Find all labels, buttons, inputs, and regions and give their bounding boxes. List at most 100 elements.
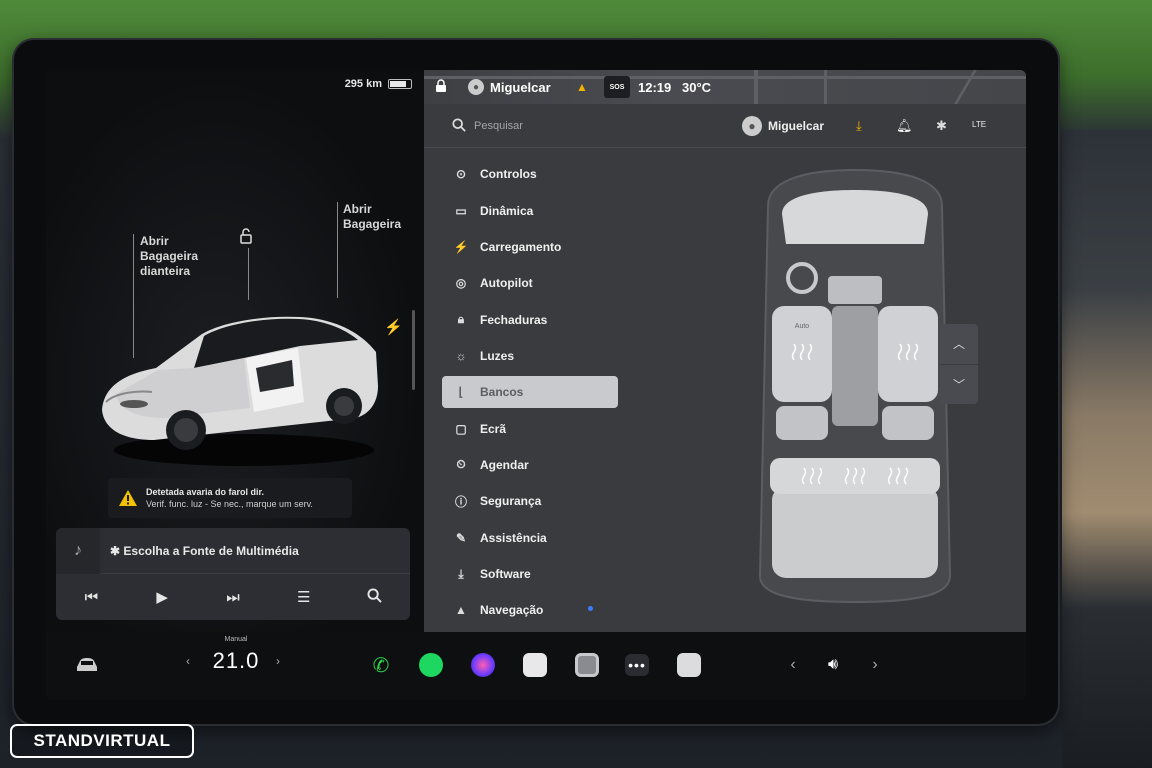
settings-panel: ● Miguelcar ▲ SOS 12:19 30°C ● Miguelcar…: [424, 70, 1026, 632]
chevron-up-icon[interactable]: ︿: [940, 324, 978, 365]
toggle-icon: ⊙: [455, 167, 467, 182]
bolt-icon: ⚡: [453, 239, 469, 254]
headlight-fault-alert[interactable]: Detetada avaria do farol dir. Verif. fun…: [108, 478, 352, 518]
background-interior: [1062, 130, 1152, 768]
status-bar: ● Miguelcar ▲ SOS 12:19 30°C: [424, 70, 1026, 104]
unlock-icon[interactable]: [238, 228, 254, 244]
sos-button[interactable]: SOS: [604, 76, 630, 98]
vehicle-panel: 295 km Abrir Bagageira dianteira Abrir B…: [46, 70, 424, 632]
next-track-icon[interactable]: ⏭: [213, 589, 253, 606]
menu-item-label: Controlos: [480, 167, 537, 182]
chevron-left-icon[interactable]: ‹: [786, 648, 800, 682]
climate-mode: Manual: [224, 636, 248, 643]
menu-item-label: Agendar: [480, 457, 529, 472]
charge-port-icon[interactable]: ⚡: [384, 318, 403, 336]
range-value: 295 km: [344, 78, 382, 90]
settings-header: ● Miguelcar ⤓ 🔔︎ ✱ LTE: [424, 106, 1026, 148]
settings-menu: ⊙ Controlos ▭ Dinâmica ⚡ Carregamento ◎ Autopil…: [442, 156, 622, 629]
menu-item-bancos[interactable]: ⌊ Bancos: [442, 376, 618, 409]
menu-item-label: Autopilot: [480, 276, 533, 291]
search-input[interactable]: [474, 116, 674, 136]
menu-item-label: Segurança: [480, 494, 542, 509]
outside-temperature: 30°C: [682, 79, 712, 95]
lock-icon: 🔒︎: [457, 312, 465, 327]
previous-track-icon[interactable]: ⏮: [71, 589, 111, 606]
chevron-down-icon[interactable]: ﹀: [940, 365, 978, 405]
more-apps-icon[interactable]: •••: [622, 648, 652, 682]
climate-control[interactable]: Manual ‹ 21.0 ›: [186, 636, 286, 696]
menu-item-seguranca[interactable]: ⓘ Segurança: [442, 483, 622, 519]
user-icon: ●: [742, 116, 762, 136]
volume-icon[interactable]: 🔊︎: [818, 648, 848, 682]
profile-button[interactable]: ● Miguelcar: [468, 79, 551, 95]
tesla-screen: 295 km Abrir Bagageira dianteira Abrir B…: [46, 70, 1026, 700]
range-indicator: 295 km: [345, 78, 412, 90]
seat-auto-label: Auto: [795, 323, 810, 330]
music-note-icon: ♪: [56, 528, 100, 574]
camera-app-icon[interactable]: [468, 648, 498, 682]
warning-icon[interactable]: ▲: [576, 80, 588, 94]
menu-item-dinamica[interactable]: ▭ Dinâmica: [442, 192, 622, 228]
menu-item-label: Software: [480, 567, 531, 582]
profile-name: Miguelcar: [490, 79, 551, 95]
media-search-icon[interactable]: [355, 587, 395, 607]
media-source-button[interactable]: ✱ Escolha a Fonte de Multimédia: [110, 544, 299, 558]
menu-item-label: Bancos: [480, 385, 524, 400]
wrench-icon: ✎: [455, 530, 467, 545]
media-player: ♪ ✱ Escolha a Fonte de Multimédia ⏮ ▶ ⏭ …: [56, 528, 410, 620]
menu-item-software[interactable]: ⤓ Software: [442, 556, 622, 592]
dashcam-icon[interactable]: [572, 648, 602, 682]
menu-item-assistencia[interactable]: ✎ Assistência: [442, 520, 622, 556]
seat-adjust-control: ︿ ﹀: [940, 324, 978, 404]
scrollbar[interactable]: [412, 310, 415, 390]
download-icon[interactable]: ⤓: [856, 118, 862, 134]
menu-item-label: Navegação: [480, 603, 544, 618]
menu-item-label: Assistência: [480, 530, 547, 545]
bluetooth-icon[interactable]: ✱: [936, 118, 947, 134]
spotify-icon[interactable]: [416, 648, 446, 682]
shield-icon: ⓘ: [454, 494, 467, 509]
profile-button[interactable]: ● Miguelcar: [742, 116, 824, 136]
sun-icon: ☼: [455, 349, 467, 364]
menu-item-carregamento[interactable]: ⚡ Carregamento: [442, 229, 622, 265]
download-icon: ⤓: [458, 566, 464, 581]
cabin-temperature: 21.0: [212, 648, 260, 673]
front-trunk-label-line: Bagageira: [140, 249, 199, 263]
notification-bell-icon[interactable]: 🔔︎: [896, 118, 913, 134]
calendar-icon[interactable]: [520, 648, 550, 682]
manual-icon[interactable]: [674, 648, 704, 682]
warning-icon: [119, 490, 137, 506]
alert-title: Detetada avaria do farol dir.: [146, 487, 265, 497]
watermark-logo: STANDVIRTUAL: [10, 724, 194, 758]
display-icon: ▢: [455, 421, 467, 436]
search-icon: [452, 118, 466, 132]
car-icon[interactable]: [72, 648, 102, 682]
profile-name: Miguelcar: [768, 119, 825, 133]
front-trunk-button[interactable]: Abrir Bagageira dianteira: [140, 234, 198, 279]
menu-item-label: Luzes: [480, 349, 515, 364]
active-app-indicator: [588, 606, 593, 611]
chevron-right-icon[interactable]: ›: [276, 654, 280, 668]
menu-item-label: Dinâmica: [480, 203, 534, 218]
phone-icon[interactable]: ✆: [366, 648, 396, 682]
clock-icon: ⏲: [456, 457, 466, 472]
lock-status-icon[interactable]: [434, 79, 448, 93]
bottom-dock: Manual ‹ 21.0 › ✆ ••• ‹ 🔊︎ ›: [46, 632, 1026, 700]
menu-item-luzes[interactable]: ☼ Luzes: [442, 338, 622, 374]
lte-signal-icon: LTE: [972, 120, 987, 129]
menu-item-controlos[interactable]: ⊙ Controlos: [442, 156, 622, 192]
user-icon: ●: [468, 79, 484, 95]
rear-trunk-button[interactable]: Abrir Bagageira: [343, 202, 401, 232]
menu-item-autopilot[interactable]: ◎ Autopilot: [442, 265, 622, 301]
chevron-right-icon[interactable]: ›: [868, 648, 882, 682]
menu-item-label: Carregamento: [480, 239, 562, 254]
equalizer-icon[interactable]: ☰: [284, 588, 324, 606]
menu-item-agendar[interactable]: ⏲ Agendar: [442, 447, 622, 483]
front-trunk-label-line: dianteira: [140, 264, 191, 278]
menu-item-ecra[interactable]: ▢ Ecrã: [442, 410, 622, 446]
car-icon: ▭: [455, 203, 467, 218]
menu-item-navegacao[interactable]: ▲ Navegação: [442, 592, 622, 628]
menu-item-fechaduras[interactable]: 🔒︎ Fechaduras: [442, 302, 622, 338]
seat-icon: ⌊: [458, 385, 464, 400]
play-icon[interactable]: ▶: [142, 588, 182, 606]
